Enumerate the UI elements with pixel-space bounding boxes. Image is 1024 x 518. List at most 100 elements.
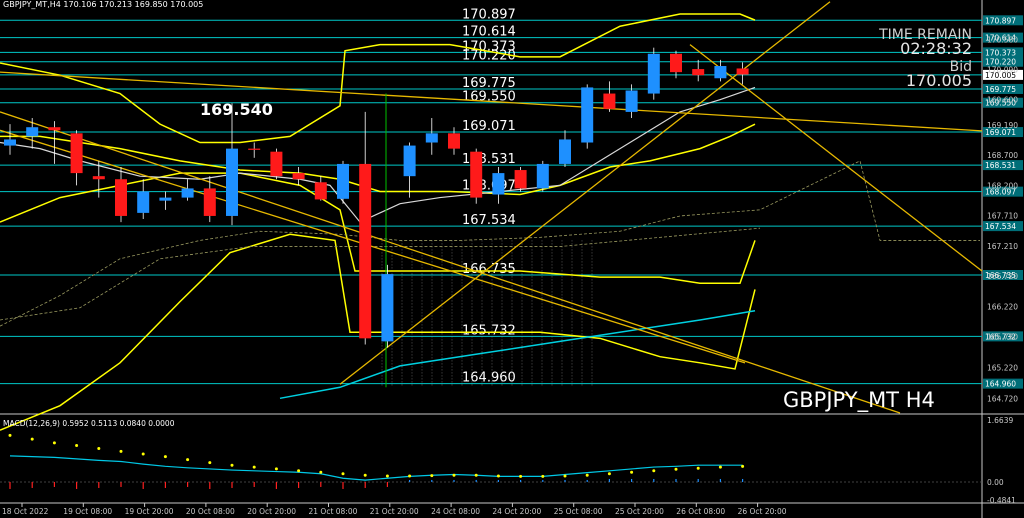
candle-body[interactable] <box>115 179 127 216</box>
candle-body[interactable] <box>314 182 327 200</box>
candle-body[interactable] <box>92 176 105 180</box>
macd-signal-dot <box>163 455 167 459</box>
candle-body[interactable] <box>625 90 638 112</box>
level-label: 165.732 <box>462 323 516 338</box>
candle-body[interactable] <box>48 127 61 131</box>
trendline-descending-long <box>0 111 901 414</box>
candle-body[interactable] <box>337 163 349 199</box>
candle-body[interactable] <box>448 133 460 149</box>
x-tick-label: 21 Oct 08:00 <box>309 507 358 516</box>
level-label: 169.071 <box>462 119 516 134</box>
macd-signal-dot <box>297 469 301 473</box>
candle-body[interactable] <box>603 93 616 109</box>
level-price-tag-text: 170.897 <box>985 16 1016 25</box>
macd-signal-dot <box>385 474 389 478</box>
level-label: 170.614 <box>462 25 516 40</box>
macd-signal-dot <box>541 474 545 478</box>
x-tick-label: 19 Oct 20:00 <box>125 507 174 516</box>
candle-body[interactable] <box>514 170 527 189</box>
y-tick-label: 169.190 <box>987 121 1018 130</box>
y-tick-label: 166.220 <box>987 303 1018 312</box>
level-label: 169.775 <box>462 76 516 91</box>
candle-body[interactable] <box>70 133 83 174</box>
macd-signal-dot <box>119 449 123 453</box>
bid-value: 170.005 <box>905 71 972 90</box>
x-tick-label: 19 Oct 08:00 <box>63 507 112 516</box>
candle-body[interactable] <box>359 163 372 339</box>
macd-signal-dot <box>230 463 234 467</box>
candle-body[interactable] <box>714 66 727 79</box>
level-price-tag-text: 170.373 <box>985 48 1016 57</box>
macd-signal-dot <box>563 474 567 478</box>
candle-body[interactable] <box>559 139 571 164</box>
candle-body[interactable] <box>425 133 438 143</box>
price-chart[interactable]: 170.897170.614170.373170.220169.775169.5… <box>0 0 1024 518</box>
level-price-tag-text: 164.960 <box>985 380 1016 389</box>
macd-signal-dot <box>741 464 745 468</box>
macd-line <box>9 455 743 481</box>
candle-body[interactable] <box>692 69 705 76</box>
candle-body[interactable] <box>292 173 305 180</box>
macd-signal-dot <box>75 443 79 447</box>
macd-y-tick-label: 0.00 <box>987 478 1004 487</box>
macd-signal-dot <box>30 437 34 441</box>
macd-y-tick-label: -0.4841 <box>987 496 1016 505</box>
macd-signal-dot <box>430 474 434 478</box>
macd-signal-dot <box>652 469 656 473</box>
level-price-tag-text: 167.534 <box>985 222 1016 231</box>
macd-signal-dot <box>341 472 345 476</box>
macd-signal-dot <box>408 474 412 478</box>
candle-body[interactable] <box>26 127 39 137</box>
candle-body[interactable] <box>670 53 682 73</box>
x-tick-label: 18 Oct 2022 <box>2 507 49 516</box>
macd-signal-dot <box>519 474 523 478</box>
level-label: 168.097 <box>462 179 516 194</box>
macd-signal-dot <box>208 461 212 465</box>
macd-signal-dot <box>141 452 145 456</box>
candle-body[interactable] <box>248 148 261 150</box>
candle-body[interactable] <box>381 274 394 342</box>
candle-body[interactable] <box>403 145 416 177</box>
level-price-tag-text: 168.531 <box>985 161 1016 170</box>
macd-signal-dot <box>319 470 323 474</box>
candle-body[interactable] <box>4 139 16 146</box>
macd-header: MACD(12,26,9) 0.5952 0.5113 0.0840 0.000… <box>3 419 175 428</box>
macd-signal-dot <box>52 441 56 445</box>
macd-signal-dot <box>452 473 456 477</box>
x-tick-label: 24 Oct 08:00 <box>431 507 480 516</box>
candle-body[interactable] <box>203 188 216 216</box>
candle-body[interactable] <box>159 197 172 201</box>
candle-body[interactable] <box>270 151 283 177</box>
candle-body[interactable] <box>226 148 238 216</box>
level-label: 167.534 <box>462 213 516 228</box>
candle-body[interactable] <box>470 151 483 198</box>
cyan-ma <box>279 310 756 400</box>
mid-band <box>0 172 756 285</box>
x-tick-label: 20 Oct 20:00 <box>247 507 296 516</box>
level-label: 164.960 <box>462 371 516 386</box>
candle-body[interactable] <box>536 163 549 189</box>
macd-signal-dot <box>696 466 700 470</box>
candle-body[interactable] <box>492 173 505 195</box>
macd-signal-dot <box>252 465 256 469</box>
y-tick-label: 166.720 <box>987 272 1018 281</box>
max-price-label: 169.540 <box>200 100 273 119</box>
lower-band <box>0 233 756 431</box>
y-tick-label: 168.200 <box>987 181 1018 190</box>
x-tick-label: 25 Oct 08:00 <box>554 507 603 516</box>
macd-signal-dot <box>585 473 589 477</box>
macd-signal-dot <box>630 470 634 474</box>
x-tick-label: 24 Oct 20:00 <box>492 507 541 516</box>
trendline-ascending <box>339 1 831 385</box>
macd-signal-dot <box>97 446 101 450</box>
candle-body[interactable] <box>137 191 150 213</box>
candle-body[interactable] <box>647 53 660 94</box>
macd-signal-dot <box>718 465 722 469</box>
y-tick-label: 170.090 <box>987 66 1018 75</box>
macd-signal-dot <box>8 433 12 437</box>
candle-body[interactable] <box>581 87 594 143</box>
candle-body[interactable] <box>736 68 749 75</box>
symbol-watermark: GBPJPY_MT H4 <box>783 388 935 412</box>
candle-body[interactable] <box>181 188 194 198</box>
macd-y-tick-label: 1.6639 <box>987 416 1013 425</box>
